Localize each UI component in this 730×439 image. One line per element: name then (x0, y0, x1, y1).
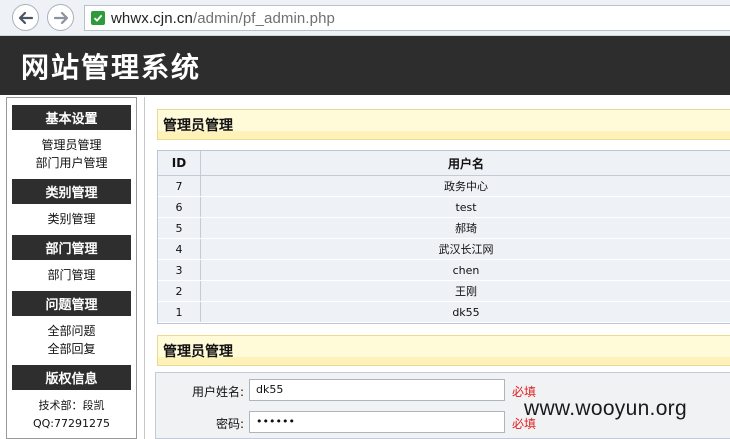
forward-button[interactable] (47, 4, 74, 31)
table-header-row: ID 用户名 (158, 151, 730, 176)
main-content: 管理员管理 ID 用户名 7 政务中心 6 test 5 郝琦 4 武汉长江网 … (144, 97, 730, 439)
password-label: 密码: (215, 417, 244, 431)
table-row[interactable]: 6 test (158, 196, 730, 218)
sidebar-heading-copyright: 版权信息 (12, 365, 131, 390)
back-button[interactable] (12, 4, 39, 31)
cell-id: 2 (158, 280, 201, 302)
cell-id: 1 (158, 301, 201, 323)
table-row[interactable]: 1 dk55 (158, 301, 730, 323)
browser-toolbar: whwx.cjn.cn/admin/pf_admin.php (0, 0, 730, 36)
cell-username[interactable]: 王刚 (200, 280, 730, 302)
cell-username[interactable]: 郝琦 (200, 217, 730, 239)
copyright-tech-dept: 技术部：段凯 (38, 399, 105, 412)
cell-id: 7 (158, 175, 201, 197)
admin-form-panel-title: 管理员管理 (157, 335, 730, 366)
url-host: whwx.cjn.cn (111, 9, 193, 27)
sidebar-link-department-users[interactable]: 部门用户管理 (7, 155, 136, 171)
sidebar-link-all-replies[interactable]: 全部回复 (7, 341, 136, 357)
sidebar-link-all-questions[interactable]: 全部问题 (7, 323, 136, 339)
table-row[interactable]: 5 郝琦 (158, 217, 730, 239)
cell-id: 3 (158, 259, 201, 281)
cell-id: 6 (158, 196, 201, 218)
arrow-right-icon (53, 11, 68, 24)
table-row[interactable]: 7 政务中心 (158, 175, 730, 197)
url-path: /admin/pf_admin.php (192, 9, 335, 27)
sidebar-heading-category: 类别管理 (12, 179, 131, 204)
table-row[interactable]: 4 武汉长江网 (158, 238, 730, 260)
site-header: 网站管理系统 (0, 36, 730, 95)
admin-list-panel-title: 管理员管理 (157, 109, 730, 140)
cell-id: 5 (158, 217, 201, 239)
copyright-qq: QQ:77291275 (32, 417, 110, 430)
cell-username[interactable]: test (200, 196, 730, 218)
url-text: whwx.cjn.cn/admin/pf_admin.php (111, 10, 335, 27)
admin-list-title-text: 管理员管理 (163, 117, 233, 134)
sidebar-heading-basic-settings: 基本设置 (12, 105, 131, 130)
sidebar: 基本设置 管理员管理 部门用户管理 类别管理 类别管理 部门管理 部门管理 问题… (6, 97, 137, 439)
cell-username[interactable]: dk55 (200, 301, 730, 323)
password-input[interactable]: •••••• (249, 411, 505, 433)
cell-username[interactable]: chen (200, 259, 730, 281)
table-row[interactable]: 2 王刚 (158, 280, 730, 302)
cell-username[interactable]: 政务中心 (200, 175, 730, 197)
cell-username[interactable]: 武汉长江网 (200, 238, 730, 260)
watermark-text: www.wooyun.org (524, 397, 687, 420)
checkmark-icon (91, 11, 105, 25)
admin-table: ID 用户名 7 政务中心 6 test 5 郝琦 4 武汉长江网 3 chen… (157, 150, 730, 324)
sidebar-link-admin-management[interactable]: 管理员管理 (7, 137, 136, 153)
sidebar-heading-questions: 问题管理 (12, 291, 131, 316)
column-header-username: 用户名 (200, 151, 730, 176)
column-header-id: ID (158, 151, 201, 176)
username-input[interactable]: dk55 (249, 379, 505, 401)
sidebar-heading-department: 部门管理 (12, 235, 131, 260)
cell-id: 4 (158, 238, 201, 260)
table-row[interactable]: 3 chen (158, 259, 730, 281)
address-bar[interactable]: whwx.cjn.cn/admin/pf_admin.php (84, 5, 730, 31)
arrow-left-icon (18, 11, 33, 24)
site-title: 网站管理系统 (21, 51, 202, 84)
sidebar-link-category-management[interactable]: 类别管理 (7, 211, 136, 227)
username-label: 用户姓名: (191, 385, 244, 399)
sidebar-link-department-management[interactable]: 部门管理 (7, 267, 136, 283)
admin-form-title-text: 管理员管理 (163, 343, 233, 360)
